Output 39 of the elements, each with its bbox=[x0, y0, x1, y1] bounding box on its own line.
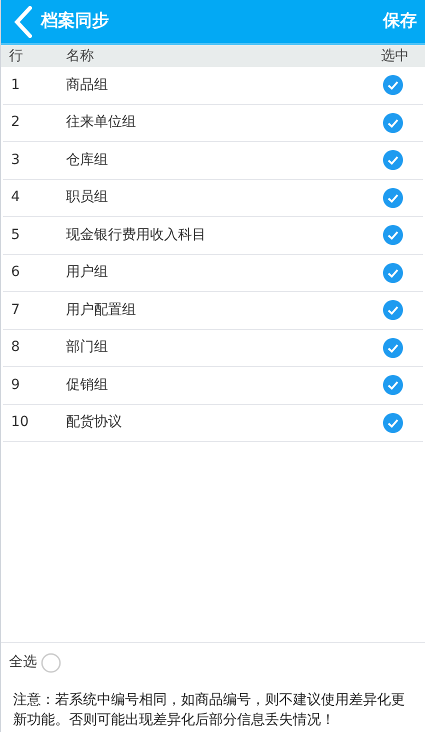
item-name: 往来单位组 bbox=[66, 113, 137, 132]
item-name: 用户组 bbox=[66, 263, 109, 282]
select-all-label: 全选 bbox=[9, 653, 37, 672]
row-checkbox[interactable] bbox=[383, 262, 403, 283]
column-header: 行 bbox=[9, 46, 24, 66]
row-checkbox[interactable] bbox=[383, 225, 403, 246]
row-number: 10 bbox=[11, 413, 30, 432]
row-number: 9 bbox=[11, 376, 21, 395]
back-icon[interactable] bbox=[13, 6, 33, 38]
row-number: 3 bbox=[11, 150, 21, 170]
screen-title: 档案同步 bbox=[41, 10, 109, 33]
row-number: 5 bbox=[11, 226, 21, 245]
warning-note: 注意：若系统中编号相同，如商品编号，则不建议使用差异化更新功能。否则可能出现差异化后部分信息丢失情况！ bbox=[12, 691, 406, 730]
item-name: 用户配置组 bbox=[66, 300, 137, 320]
row-checkbox[interactable] bbox=[383, 338, 403, 358]
item-name: 职员组 bbox=[66, 188, 109, 208]
item-name: 现金银行费用收入科目 bbox=[66, 226, 207, 245]
row-number: 6 bbox=[11, 263, 21, 282]
column-header: 名称 bbox=[66, 46, 95, 66]
select-all-checkbox[interactable] bbox=[41, 652, 61, 672]
row-number: 4 bbox=[11, 188, 21, 208]
row-number: 2 bbox=[11, 113, 21, 132]
item-name: 促销组 bbox=[66, 376, 109, 395]
item-name: 商品组 bbox=[66, 76, 109, 95]
row-checkbox[interactable] bbox=[383, 150, 403, 170]
column-header: 选中 bbox=[381, 46, 409, 66]
row-checkbox[interactable] bbox=[383, 75, 403, 96]
row-number: 8 bbox=[11, 338, 21, 358]
item-name: 仓库组 bbox=[66, 150, 109, 170]
item-name: 部门组 bbox=[66, 338, 109, 358]
save-button[interactable]: 保存 bbox=[379, 8, 421, 34]
row-number: 1 bbox=[11, 76, 21, 95]
row-checkbox[interactable] bbox=[383, 412, 403, 433]
row-number: 7 bbox=[11, 300, 21, 320]
row-checkbox[interactable] bbox=[383, 300, 403, 320]
row-checkbox[interactable] bbox=[383, 188, 403, 208]
row-checkbox[interactable] bbox=[383, 112, 403, 133]
row-checkbox[interactable] bbox=[383, 375, 403, 396]
item-name: 配货协议 bbox=[66, 413, 123, 432]
